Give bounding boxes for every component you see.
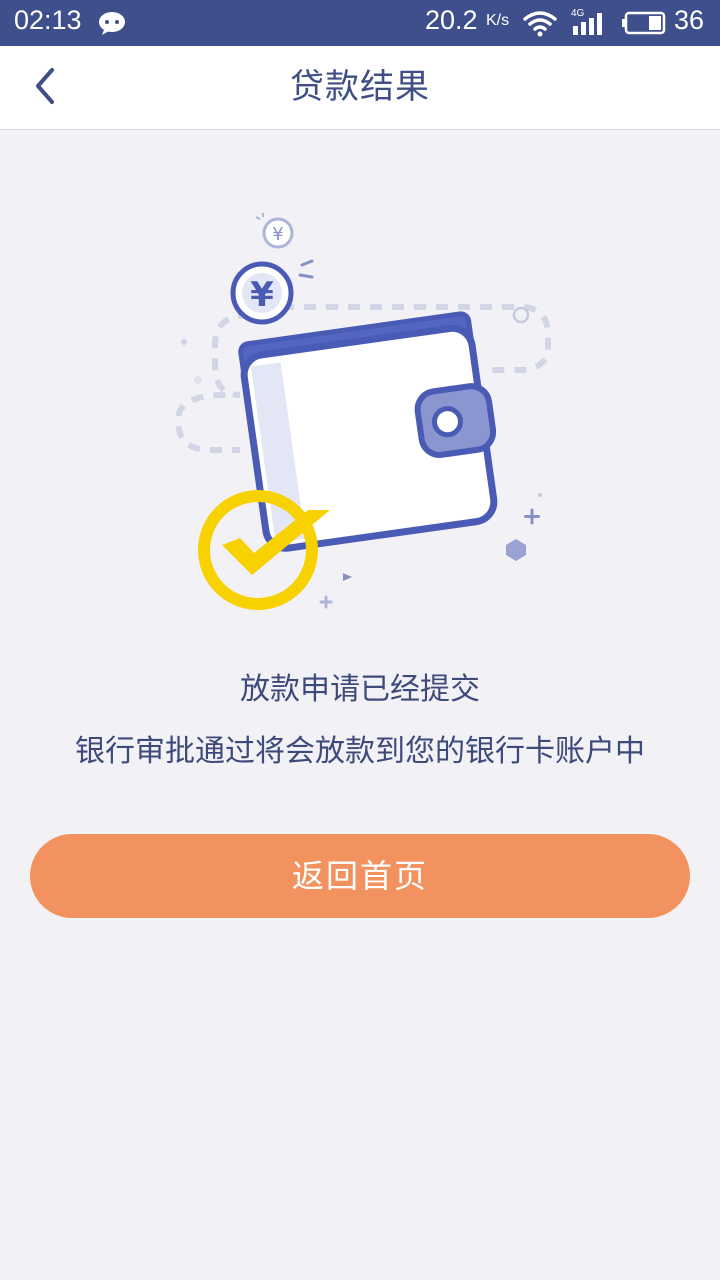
chevron-left-icon xyxy=(36,68,54,104)
result-title: 放款申请已经提交 xyxy=(240,672,480,707)
wifi-icon xyxy=(523,11,557,37)
return-home-button[interactable]: 返回首页 xyxy=(30,834,690,918)
svg-text:¥: ¥ xyxy=(272,224,283,245)
page-title: 贷款结果 xyxy=(290,67,430,107)
network-speed: 20.2 xyxy=(425,5,478,35)
yuan-coin-small-icon: ¥ xyxy=(262,217,294,249)
wechat-icon xyxy=(99,12,125,35)
signal-icon xyxy=(573,13,602,35)
back-button[interactable] xyxy=(18,60,74,116)
svg-text:¥: ¥ xyxy=(250,275,274,315)
yuan-coin-icon: ¥ xyxy=(230,261,294,325)
battery-level: 36 xyxy=(674,5,705,35)
status-bar: 02:13 20.2 K/s 4G 36 xyxy=(0,0,720,46)
result-subtitle: 银行审批通过将会放款到您的银行卡账户中 xyxy=(75,734,645,769)
wallet-success-illustration: ¥ ¥ xyxy=(174,213,551,610)
wallet-icon xyxy=(238,311,498,552)
battery-icon xyxy=(622,11,666,35)
status-time: 02:13 xyxy=(14,5,82,35)
nav-bar: 贷款结果 xyxy=(0,46,720,130)
network-speed-unit: K/s xyxy=(486,12,510,29)
